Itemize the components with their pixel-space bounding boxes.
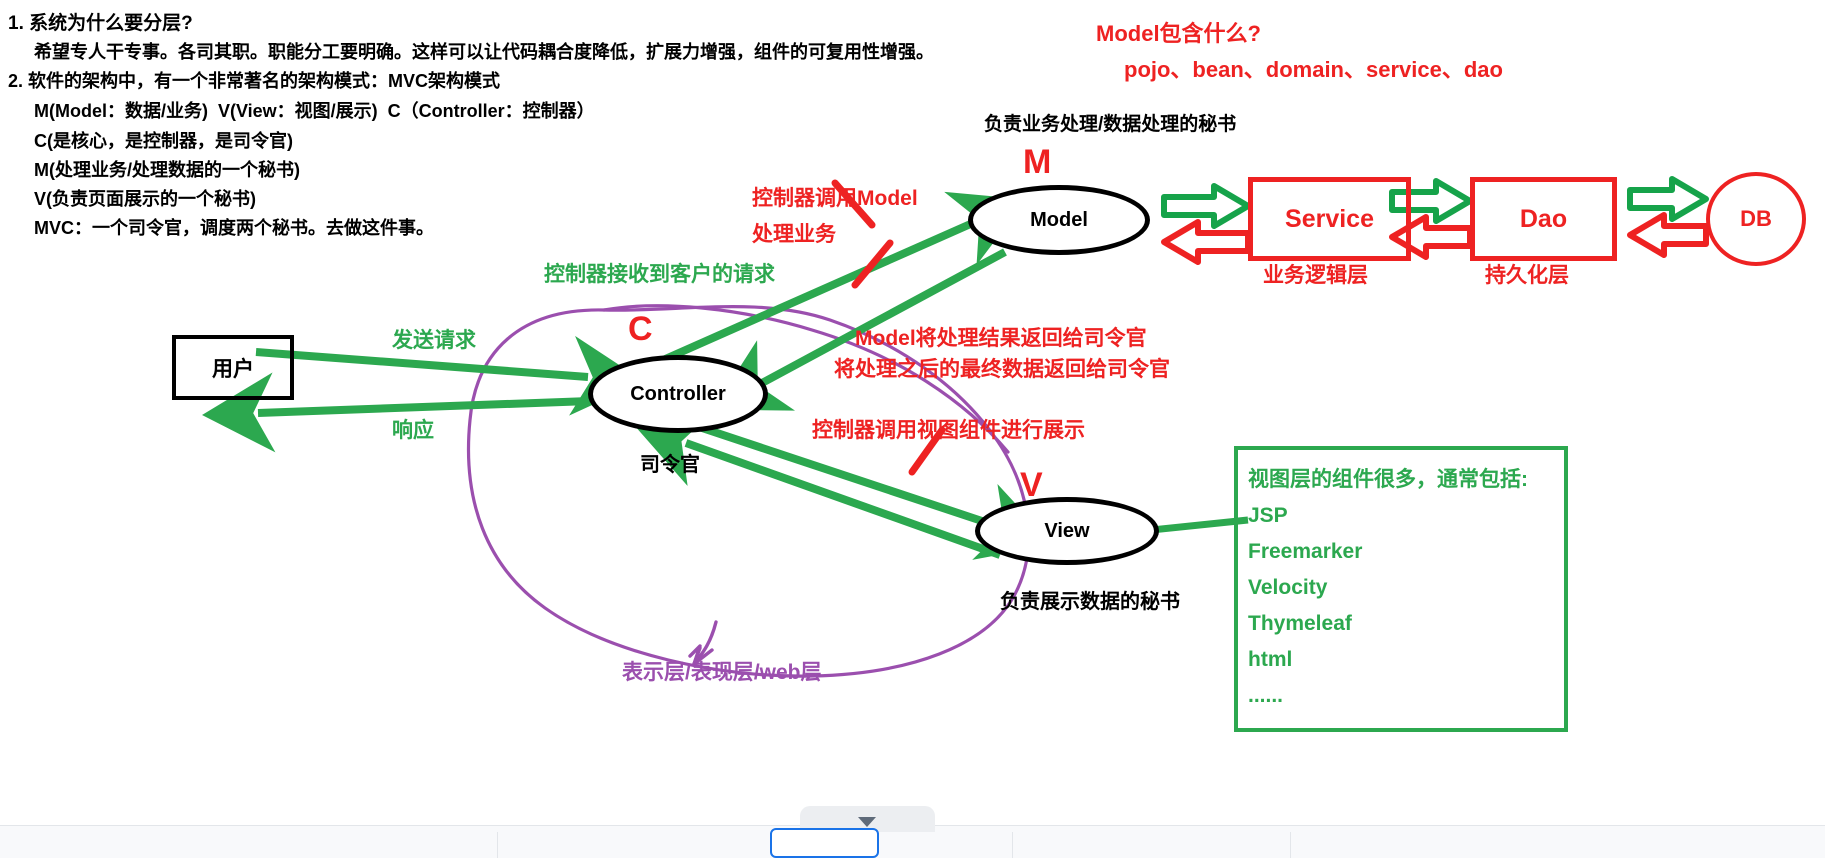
view-component-item-4: html [1248,648,1293,671]
dao-layer-label: 持久化层 [1485,264,1569,287]
note-line-8: MVC：一个司令官，调度两个秘书。去做这件事。 [34,218,434,238]
block-arrow-dao-to-db [1627,176,1709,222]
note-line-1: 1. 系统为什么要分层? [8,13,193,34]
toolbar-divider [1012,832,1013,858]
view-component-item-1: Freemarker [1248,540,1363,563]
dao-node-label: Dao [1519,204,1568,233]
view-component-item-2: Velocity [1248,576,1328,599]
controller-node-label: Controller [630,382,726,405]
view-node-label: View [1044,519,1090,542]
view-caption: 负责展示数据的秘书 [1000,591,1180,613]
arrow-controller-to-user [202,372,591,453]
mark-c: C [628,310,653,348]
view-component-item-3: Thymeleaf [1248,612,1352,635]
user-node-label: 用户 [212,357,254,381]
toolbar-divider [1290,832,1291,858]
arrow-user-to-controller [255,335,644,416]
toolbar-divider [497,832,498,858]
view-component-item-0: JSP [1248,504,1288,527]
annotation-send-request: 发送请求 [392,329,476,352]
block-arrow-service-to-model [1161,219,1251,265]
block-arrow-db-to-dao [1627,212,1709,258]
block-arrow-model-to-service [1161,183,1251,229]
model-node-label: Model [1030,208,1088,231]
service-layer-label: 业务逻辑层 [1263,264,1368,287]
note-line-6: M(处理业务/处理数据的一个秘书) [34,160,300,180]
annotation-calls-model-line2: 处理业务 [752,223,836,246]
view-components-title: 视图层的组件很多，通常包括: [1248,468,1528,491]
presentation-layer-label: 表示层/表现层/web层 [622,661,822,684]
mark-m: M [1023,143,1052,181]
annotation-controller-receives: 控制器接收到客户的请求 [544,263,775,286]
chevron-down-icon[interactable] [858,817,876,827]
model-contains-answer: pojo、bean、domain、service、dao [1124,57,1503,82]
note-line-3: 2. 软件的架构中，有一个非常著名的架构模式：MVC架构模式 [8,71,501,91]
model-contains-question: Model包含什么? [1096,21,1261,46]
diagram-canvas: 1. 系统为什么要分层? 希望专人干专事。各司其职。职能分工要明确。这样可以让代… [0,0,1825,858]
annotation-model-returns-line2: 将处理之后的最终数据返回给司令官 [834,358,1170,381]
leader-model-returns [851,239,894,289]
db-node-label: DB [1740,206,1772,231]
note-line-2: 希望专人干专事。各司其职。职能分工要明确。这样可以让代码耦合度降低，扩展力增强，… [34,42,934,62]
note-line-4: M(Model：数据/业务) V(View：视图/展示) C（Controlle… [34,101,595,121]
annotation-response: 响应 [392,419,434,442]
annotation-controller-calls-view: 控制器调用视图组件进行展示 [812,419,1085,442]
annotation-calls-model-line1: 控制器调用Model [752,187,918,210]
view-component-item-5: ...... [1248,684,1284,707]
note-line-7: V(负责页面展示的一个秘书) [34,189,256,209]
annotation-model-returns-line1: Model将处理结果返回给司令官 [855,327,1147,350]
controller-caption: 司令官 [640,454,700,476]
toolbar-active-button[interactable] [770,828,879,858]
note-line-5: C(是核心，是控制器，是司令官) [34,131,293,151]
model-caption: 负责业务处理/数据处理的秘书 [984,114,1237,135]
service-node-label: Service [1285,204,1374,233]
arrow-view-to-controller [633,410,1002,559]
